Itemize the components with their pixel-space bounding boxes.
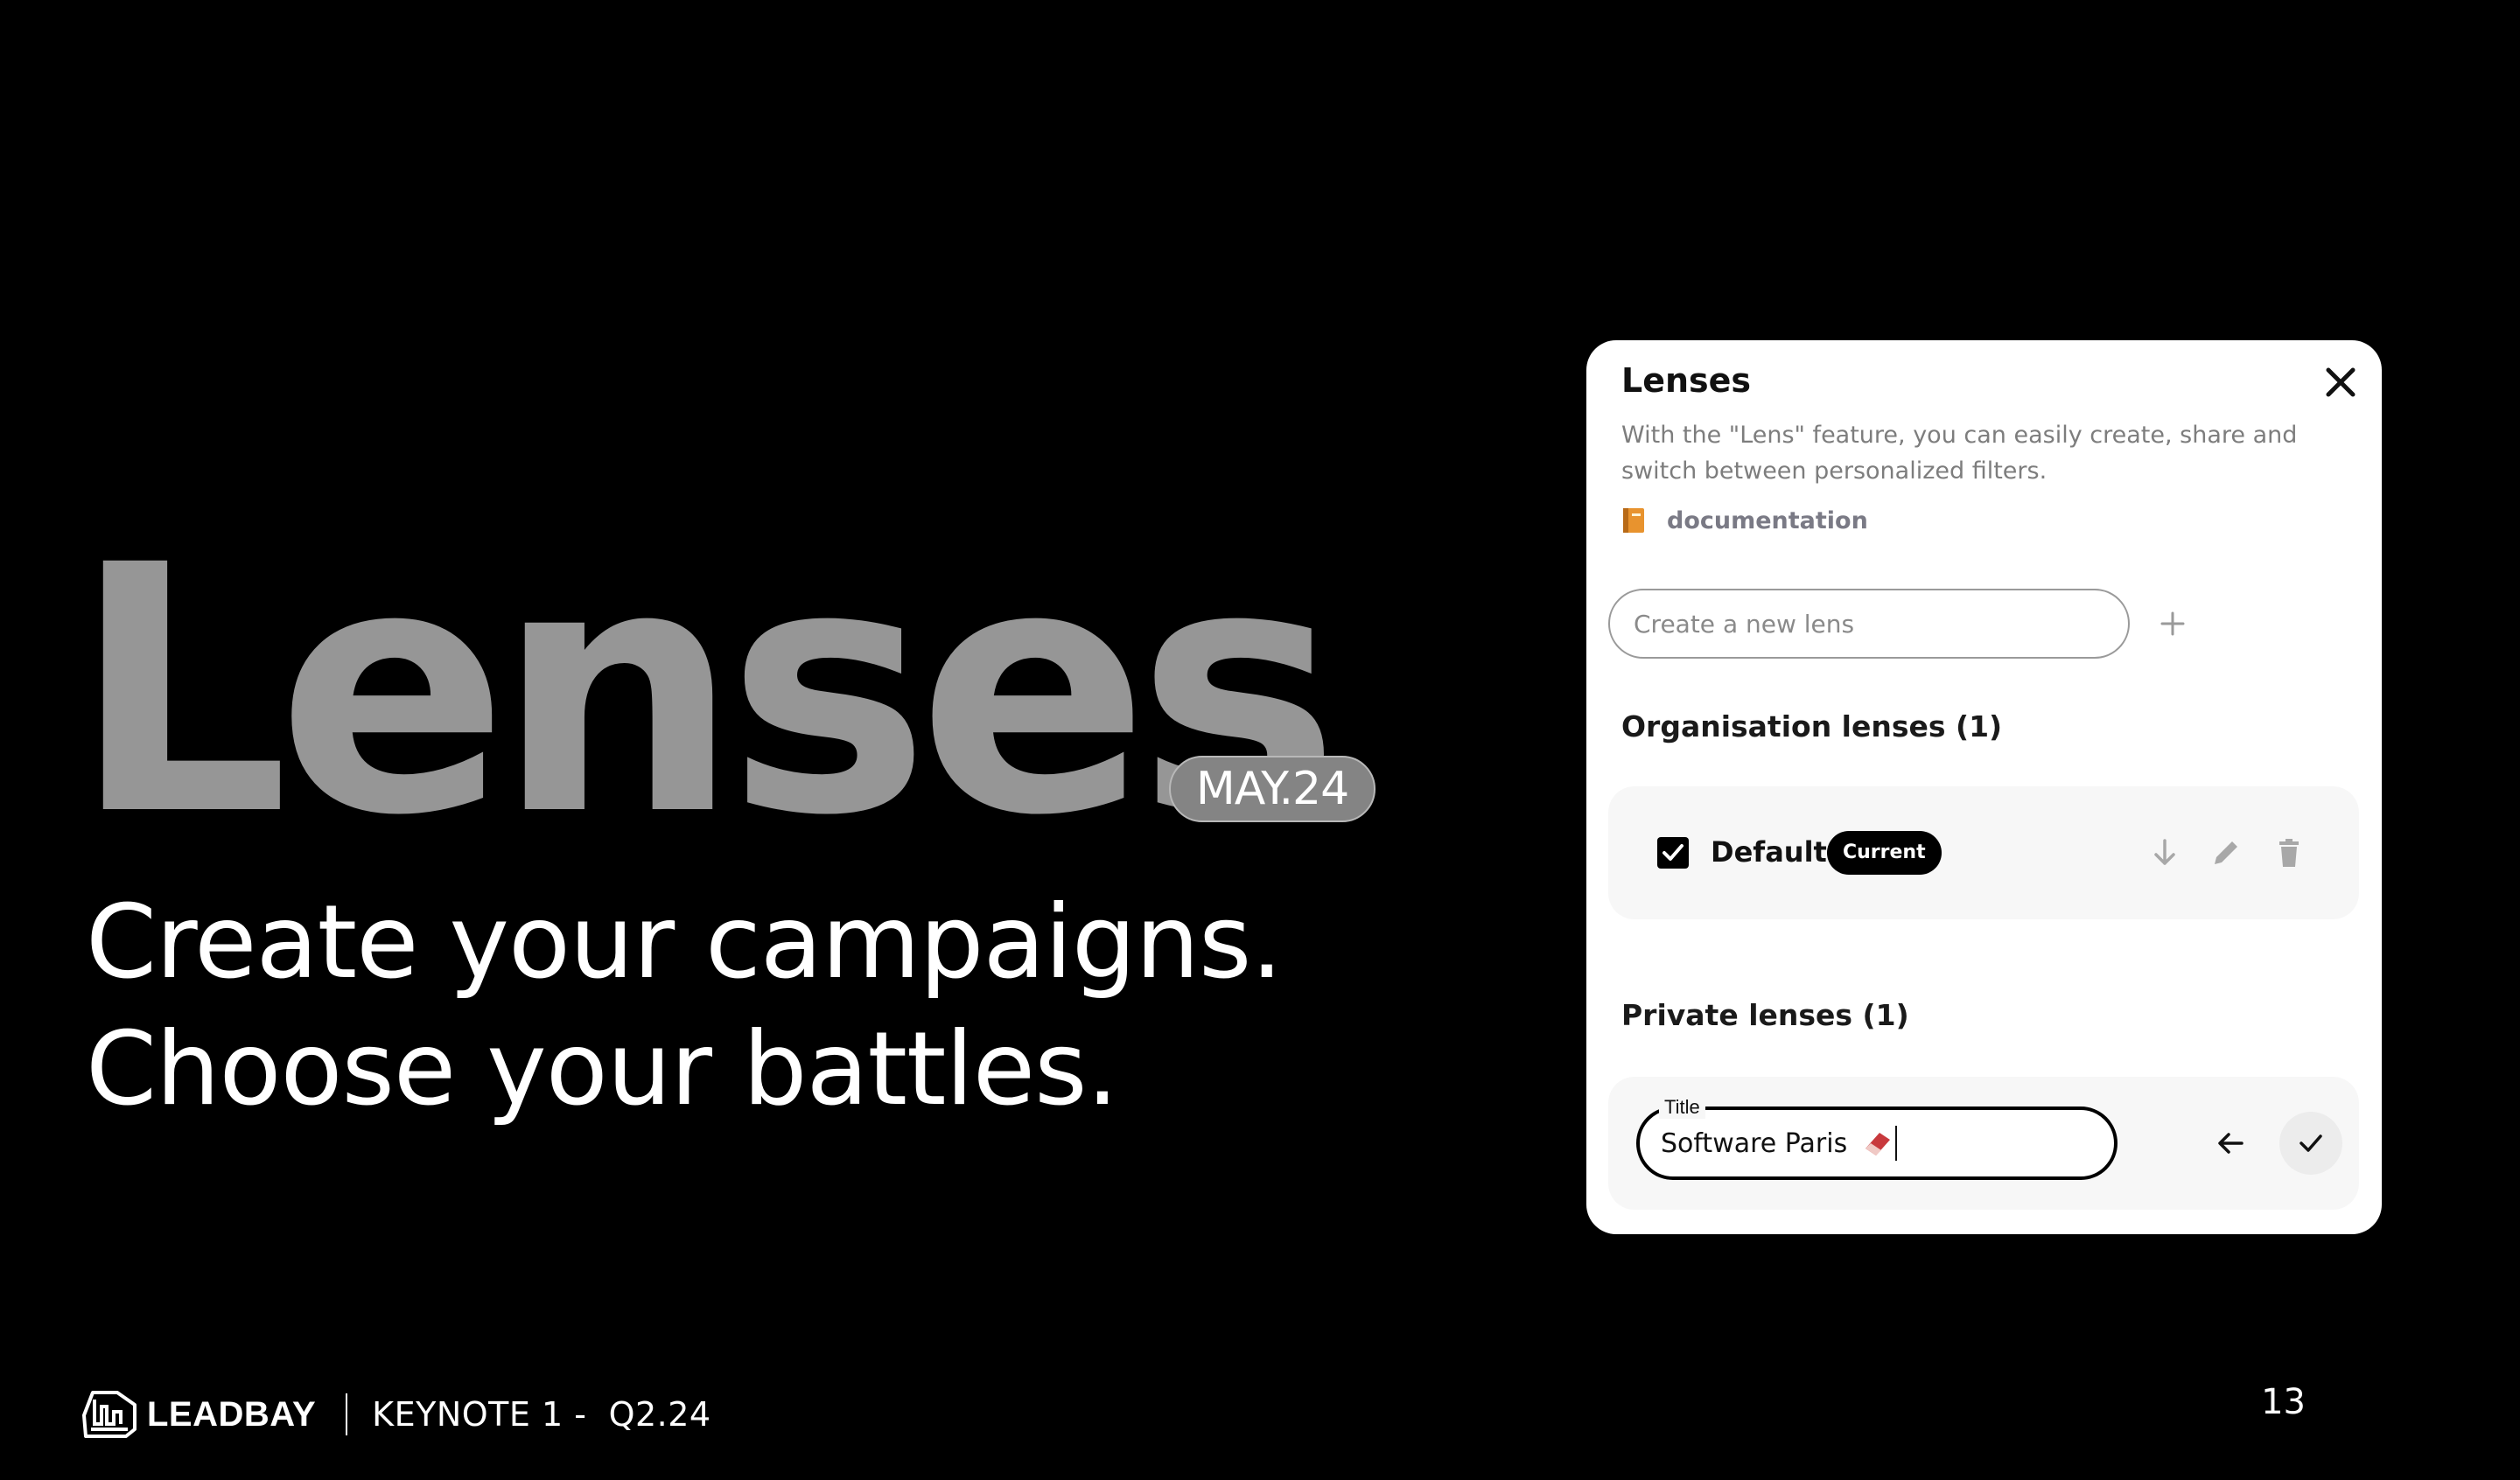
trash-icon[interactable]: [2272, 835, 2306, 870]
pencil-icon[interactable]: [2208, 835, 2244, 870]
private-lenses-heading: Private lenses (1): [1621, 998, 1909, 1032]
lens-row-editing: Title: [1608, 1077, 2359, 1210]
close-icon[interactable]: [2321, 363, 2360, 401]
documentation-label: documentation: [1667, 506, 1868, 534]
footer-divider: [346, 1393, 348, 1435]
brand-name: LEADBAY: [147, 1394, 317, 1434]
tagline-line-2: Choose your battles.: [86, 1010, 1118, 1128]
eraser-icon: [1866, 1133, 1890, 1155]
documentation-link[interactable]: documentation: [1621, 506, 1868, 534]
tagline-line-1: Create your campaigns.: [86, 883, 1283, 1002]
arrow-left-icon[interactable]: [2212, 1124, 2250, 1162]
footer: LEADBAY KEYNOTE 1 - Q2.24: [80, 1386, 711, 1443]
confirm-button[interactable]: [2279, 1112, 2342, 1175]
modal-title: Lenses: [1621, 361, 1752, 400]
hero-title: Lenses: [72, 492, 1340, 890]
check-icon: [2300, 1134, 2322, 1152]
lens-name: Default: [1711, 835, 1827, 869]
current-badge: Current: [1827, 831, 1942, 875]
title-field[interactable]: Title: [1636, 1096, 2118, 1180]
modal-description: With the "Lens" feature, you can easily …: [1621, 422, 2298, 485]
lenses-modal: Lenses With the "Lens" feature, you can …: [1586, 340, 2382, 1234]
keynote-label: KEYNOTE 1 - Q2.24: [372, 1395, 711, 1434]
arrow-down-icon[interactable]: [2147, 835, 2182, 870]
checkbox-checked-icon[interactable]: [1656, 836, 1690, 869]
page-number: 13: [2261, 1382, 2306, 1422]
date-badge: MAY.24: [1169, 756, 1376, 822]
title-field-label: Title: [1659, 1096, 1705, 1119]
new-lens-input[interactable]: [1608, 589, 2130, 659]
text-caret: [1895, 1126, 1897, 1161]
leadbay-logo-icon: [82, 1391, 136, 1438]
plus-icon[interactable]: [2155, 606, 2190, 641]
organisation-lenses-heading: Organisation lenses (1): [1621, 709, 2003, 743]
title-input[interactable]: [1661, 1124, 2054, 1162]
book-icon: [1623, 508, 1644, 533]
lens-row-default[interactable]: Default Current: [1608, 786, 2359, 919]
